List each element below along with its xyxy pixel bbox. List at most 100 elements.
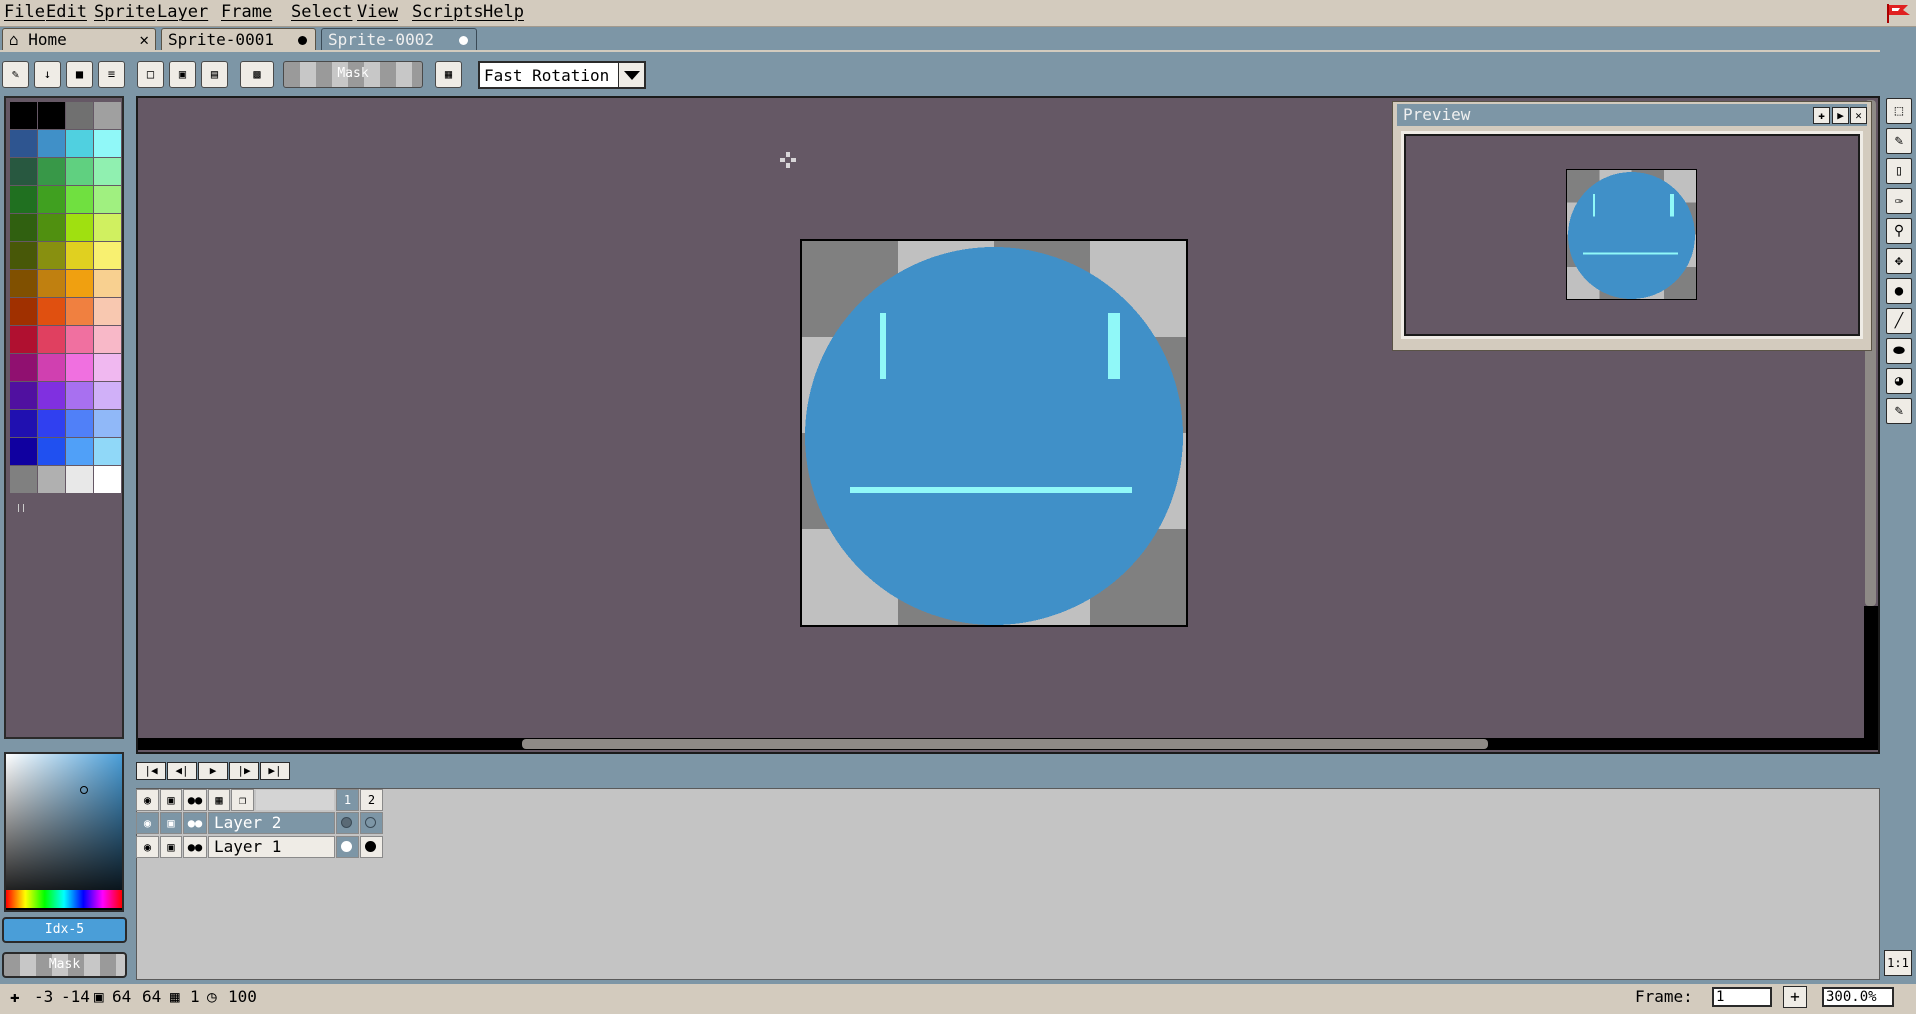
bg-color-button[interactable]: Mask [2,952,127,978]
palette-swatch[interactable] [10,102,37,129]
menu-view[interactable]: View [357,2,398,22]
palette-swatch[interactable] [38,382,65,409]
last-frame-button[interactable]: ▶| [260,762,290,780]
palette-swatch[interactable] [38,186,65,213]
zoom-icon[interactable]: ⚲ [1886,218,1912,244]
palette-swatch[interactable] [66,130,93,157]
palette-swatch[interactable] [94,298,121,325]
transparent-mask-button[interactable]: ▩ [240,61,274,88]
chevron-down-icon[interactable] [618,63,644,87]
palette-swatch[interactable] [38,326,65,353]
palette-swatch[interactable] [66,158,93,185]
pencil-mode-button[interactable]: ✎ [2,61,29,88]
paint-bucket-icon[interactable]: ● [1886,278,1912,304]
link-icon[interactable]: ▦ [208,789,230,811]
palette-swatch[interactable] [10,214,37,241]
rectangular-marquee-icon[interactable]: ⬚ [1886,98,1912,124]
palette-swatch[interactable] [10,466,37,493]
palette-swatch[interactable] [94,158,121,185]
palette-swatch[interactable] [66,466,93,493]
cel-empty[interactable] [360,812,383,834]
palette-swatch[interactable] [10,186,37,213]
palette-swatch[interactable] [66,326,93,353]
hue-slider[interactable] [6,890,122,908]
next-frame-button[interactable]: |▶ [229,762,259,780]
palette-swatch[interactable] [38,410,65,437]
frame-input[interactable]: 1 [1712,987,1772,1007]
zoom-input[interactable]: 300.0% [1822,987,1894,1007]
onion-skin-icon[interactable]: ❐ [231,789,254,811]
zoom-1-1-button[interactable]: 1:1 [1884,950,1912,976]
modified-dot-icon[interactable] [298,36,307,45]
add-frame-button[interactable]: + [1783,986,1807,1008]
select-replace-button[interactable]: □ [137,61,164,88]
play-icon[interactable]: ▶ [1832,107,1849,124]
palette-swatch[interactable] [66,354,93,381]
menu-sprite[interactable]: Sprite [94,2,155,22]
palette-swatch[interactable] [66,410,93,437]
palette-swatch[interactable] [66,438,93,465]
continuous-icon[interactable]: ●● [183,789,207,811]
palette-swatch[interactable] [94,410,121,437]
palette-swatch[interactable] [38,242,65,269]
palette-swatch[interactable] [38,158,65,185]
contour-icon[interactable]: ◕ [1886,368,1912,394]
palette-swatch[interactable] [94,102,121,129]
palette-swatch[interactable] [38,466,65,493]
continuous-icon[interactable]: ●● [183,836,207,858]
tab-home[interactable]: ⌂ Home ✕ [2,28,156,51]
close-icon[interactable]: ✕ [139,29,149,50]
tab-sprite-0001[interactable]: Sprite-0001 [161,28,316,51]
menu-frame[interactable]: Frame [221,2,272,22]
palette-swatch[interactable] [94,354,121,381]
mask-button[interactable]: Mask [283,61,423,88]
palette-swatch[interactable] [38,102,65,129]
eyedropper-icon[interactable]: ✑ [1886,188,1912,214]
down-arrow-button[interactable]: ↓ [34,61,61,88]
menu-layer[interactable]: Layer [157,2,208,22]
lock-icon[interactable]: ▣ [160,836,182,858]
continuous-icon[interactable]: ●● [183,812,207,834]
palette-swatch[interactable] [10,130,37,157]
palette-swatch[interactable] [66,382,93,409]
preview-titlebar[interactable]: Preview ✚ ▶ ✕ [1397,104,1867,126]
cel-filled[interactable] [360,836,383,858]
pencil-icon[interactable]: ✎ [1886,128,1912,154]
ellipse-icon[interactable]: ⬬ [1886,338,1912,364]
palette-swatch[interactable] [66,214,93,241]
palette-swatch[interactable] [66,242,93,269]
center-icon[interactable]: ✚ [1813,107,1830,124]
eye-icon[interactable]: ◉ [136,812,159,834]
select-add-button[interactable]: ▣ [169,61,196,88]
frame-header-2[interactable]: 2 [360,789,383,811]
palette-swatch[interactable] [10,382,37,409]
palette-swatch[interactable] [94,326,121,353]
cel-empty[interactable] [336,812,359,834]
palette-swatch[interactable] [94,438,121,465]
palette-swatch[interactable] [94,242,121,269]
menu-help[interactable]: Help [483,2,524,22]
layer-name[interactable]: Layer 2 [208,812,335,834]
palette-swatch[interactable] [66,270,93,297]
color-spectrum[interactable] [4,752,124,912]
palette-swatch[interactable] [10,326,37,353]
palette-swatch[interactable] [94,130,121,157]
palette-swatch[interactable] [66,186,93,213]
palette-swatch[interactable] [38,130,65,157]
palette-swatch[interactable] [66,298,93,325]
menu-lines-button[interactable]: ≡ [98,61,125,88]
move-icon[interactable]: ✥ [1886,248,1912,274]
fg-color-button[interactable]: Idx-5 [2,917,127,943]
palette-swatch[interactable] [94,466,121,493]
prev-frame-button[interactable]: ◀| [167,762,197,780]
palette-swatch[interactable] [94,214,121,241]
palette-resize-handle[interactable] [18,504,24,512]
sprite-canvas[interactable] [800,239,1188,627]
play-button[interactable]: ▶ [198,762,228,780]
palette-swatch[interactable] [66,102,93,129]
modified-dot-icon[interactable] [459,36,468,45]
layer-name[interactable]: Layer 1 [208,836,335,858]
first-frame-button[interactable]: |◀ [136,762,166,780]
palette-swatch[interactable] [94,382,121,409]
palette-swatch[interactable] [10,354,37,381]
